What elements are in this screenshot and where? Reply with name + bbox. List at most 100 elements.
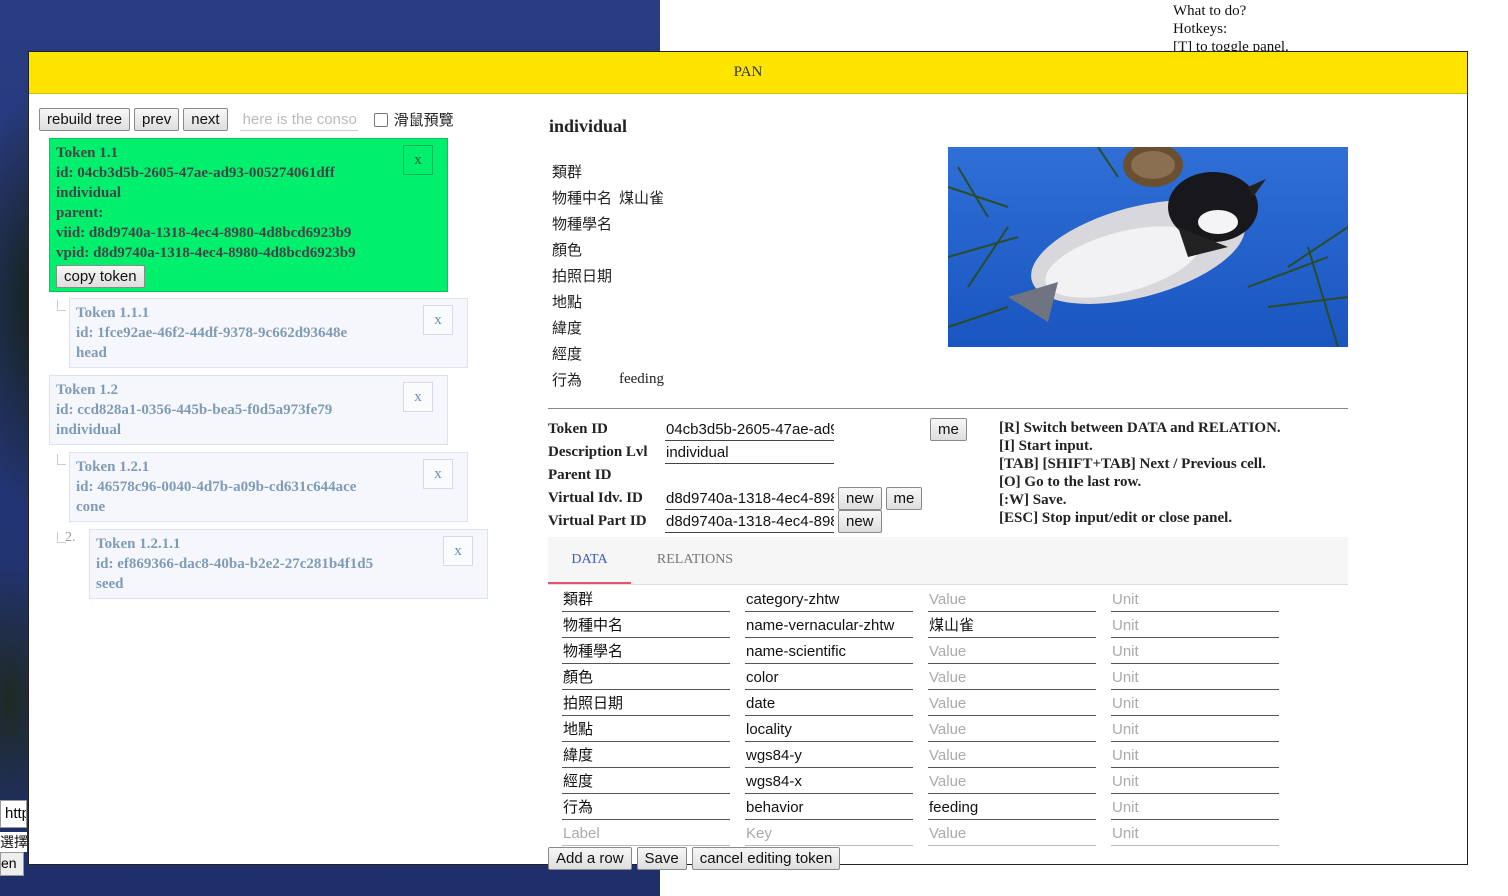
virtual-idv-field[interactable]: d8d9740a-1318-4ec4-8980-4d8bcd6923b9: [665, 488, 834, 510]
label-cell[interactable]: 類群: [562, 588, 730, 612]
token-card-1-1[interactable]: Token 1.1 id: 04cb3d5b-2605-47ae-ad93-00…: [49, 138, 448, 292]
unit-cell[interactable]: Unit: [1111, 640, 1279, 664]
key-cell[interactable]: date: [745, 692, 913, 716]
copy-token-button[interactable]: copy token: [56, 265, 145, 288]
value-cell[interactable]: 煤山雀: [928, 614, 1096, 638]
console-input[interactable]: here is the console: [239, 109, 358, 131]
background-url-input[interactable]: http: [0, 800, 27, 828]
new-label-input[interactable]: Label: [562, 822, 730, 846]
key-cell[interactable]: name-scientific: [745, 640, 913, 664]
label-cell[interactable]: 經度: [562, 770, 730, 794]
data-row: 緯度 wgs84-y Value Unit: [562, 744, 1294, 770]
meta-row-description: Description Lvl individual: [548, 441, 967, 464]
detail-row: 顏色: [552, 236, 664, 262]
token-id-field[interactable]: 04cb3d5b-2605-47ae-ad93-005274061dff: [665, 419, 834, 441]
virtual-idv-new-button[interactable]: new: [838, 487, 882, 510]
label-cell[interactable]: 物種學名: [562, 640, 730, 664]
key-cell[interactable]: color: [745, 666, 913, 690]
key-cell[interactable]: locality: [745, 718, 913, 742]
tree-connector: [57, 300, 66, 311]
value-cell[interactable]: feeding: [928, 796, 1096, 820]
token-type: cone: [76, 499, 106, 515]
section-divider: [548, 408, 1348, 409]
token-panel: PAN rebuild tree prev next here is the c…: [28, 51, 1468, 870]
virtual-part-field[interactable]: d8d9740a-1318-4ec4-8980-4d8bcd6923b9: [665, 511, 834, 533]
close-token-button[interactable]: x: [423, 459, 453, 489]
virtual-part-new-button[interactable]: new: [838, 510, 882, 533]
token-id: id: ccd828a1-0356-445b-bea5-f0d5a973fe79: [56, 402, 333, 418]
detail-key: 地點: [552, 294, 583, 311]
value-cell[interactable]: Value: [928, 692, 1096, 716]
key-cell[interactable]: behavior: [745, 796, 913, 820]
unit-cell[interactable]: Unit: [1111, 666, 1279, 690]
tab-relations[interactable]: RELATIONS: [643, 537, 747, 584]
tab-data[interactable]: DATA: [548, 537, 631, 584]
description-level-field[interactable]: individual: [665, 442, 834, 464]
key-cell[interactable]: name-vernacular-zhtw: [745, 614, 913, 638]
detail-key: 行為: [552, 372, 583, 389]
value-cell[interactable]: Value: [928, 718, 1096, 742]
label-cell[interactable]: 物種中名: [562, 614, 730, 638]
detail-row: 緯度: [552, 314, 664, 340]
detail-table: 類群 物種中名 煤山雀 物種學名 顏色 拍照日期 地點 緯度 經度 行為 feedi…: [552, 158, 664, 392]
meta-row-token-id: Token ID 04cb3d5b-2605-47ae-ad93-0052740…: [548, 418, 967, 441]
value-cell[interactable]: Value: [928, 770, 1096, 794]
detail-value: 煤山雀: [619, 190, 665, 207]
key-cell[interactable]: wgs84-x: [745, 770, 913, 794]
new-unit-input[interactable]: Unit: [1111, 822, 1279, 846]
close-token-button[interactable]: x: [403, 382, 433, 412]
specimen-photo: [948, 147, 1348, 347]
token-title: Token 1.2: [56, 382, 118, 398]
token-card-1-1-1[interactable]: Token 1.1.1 id: 1fce92ae-46f2-44df-9378-…: [69, 298, 468, 368]
unit-cell[interactable]: Unit: [1111, 744, 1279, 768]
parent-id-field[interactable]: [665, 465, 834, 487]
data-row: 拍照日期 date Value Unit: [562, 692, 1294, 718]
token-type: individual: [56, 422, 122, 438]
key-cell[interactable]: wgs84-y: [745, 744, 913, 768]
key-cell[interactable]: category-zhtw: [745, 588, 913, 612]
label-cell[interactable]: 拍照日期: [562, 692, 730, 716]
token-parent: parent:: [56, 205, 104, 221]
token-card-1-2-1[interactable]: Token 1.2.1 id: 46578c96-0040-4d7b-a09b-…: [69, 452, 468, 522]
unit-cell[interactable]: Unit: [1111, 692, 1279, 716]
token-card-1-2[interactable]: Token 1.2 id: ccd828a1-0356-445b-bea5-f0…: [49, 375, 448, 445]
token-type: individual: [56, 185, 122, 201]
preview-checkbox[interactable]: [373, 112, 388, 127]
cancel-editing-button[interactable]: cancel editing token: [691, 847, 841, 870]
label-cell[interactable]: 緯度: [562, 744, 730, 768]
data-row: 行為 behavior feeding Unit: [562, 796, 1294, 822]
value-cell[interactable]: Value: [928, 744, 1096, 768]
unit-cell[interactable]: Unit: [1111, 770, 1279, 794]
value-cell[interactable]: Value: [928, 666, 1096, 690]
value-cell[interactable]: Value: [928, 588, 1096, 612]
close-token-button[interactable]: x: [403, 145, 433, 175]
token-title: Token 1.2.1: [76, 459, 150, 475]
token-me-button[interactable]: me: [930, 418, 967, 441]
label-cell[interactable]: 地點: [562, 718, 730, 742]
add-row-button[interactable]: Add a row: [548, 847, 632, 870]
unit-cell[interactable]: Unit: [1111, 718, 1279, 742]
meta-row-parent: Parent ID: [548, 464, 967, 487]
next-button[interactable]: next: [183, 108, 228, 131]
background-button[interactable]: en: [0, 852, 24, 876]
unit-cell[interactable]: Unit: [1111, 796, 1279, 820]
label-cell[interactable]: 行為: [562, 796, 730, 820]
new-value-input[interactable]: Value: [928, 822, 1096, 846]
rebuild-tree-button[interactable]: rebuild tree: [39, 108, 131, 131]
unit-cell[interactable]: Unit: [1111, 588, 1279, 612]
close-token-button[interactable]: x: [443, 536, 473, 566]
detail-key: 物種學名: [552, 216, 613, 233]
detail-key: 類群: [552, 164, 583, 181]
save-button[interactable]: Save: [636, 847, 687, 870]
token-id: id: 46578c96-0040-4d7b-a09b-cd631c644ace: [76, 479, 357, 495]
data-row: 經度 wgs84-x Value Unit: [562, 770, 1294, 796]
new-key-input[interactable]: Key: [745, 822, 913, 846]
virtual-idv-me-button[interactable]: me: [885, 487, 923, 510]
close-token-button[interactable]: x: [423, 305, 453, 335]
unit-cell[interactable]: Unit: [1111, 614, 1279, 638]
prev-button[interactable]: prev: [134, 108, 180, 131]
token-card-1-2-1-1[interactable]: Token 1.2.1.1 id: ef869366-dac8-40ba-b2e…: [89, 529, 488, 599]
mouse-preview-toggle[interactable]: 滑鼠預覽: [373, 109, 454, 130]
label-cell[interactable]: 顏色: [562, 666, 730, 690]
value-cell[interactable]: Value: [928, 640, 1096, 664]
